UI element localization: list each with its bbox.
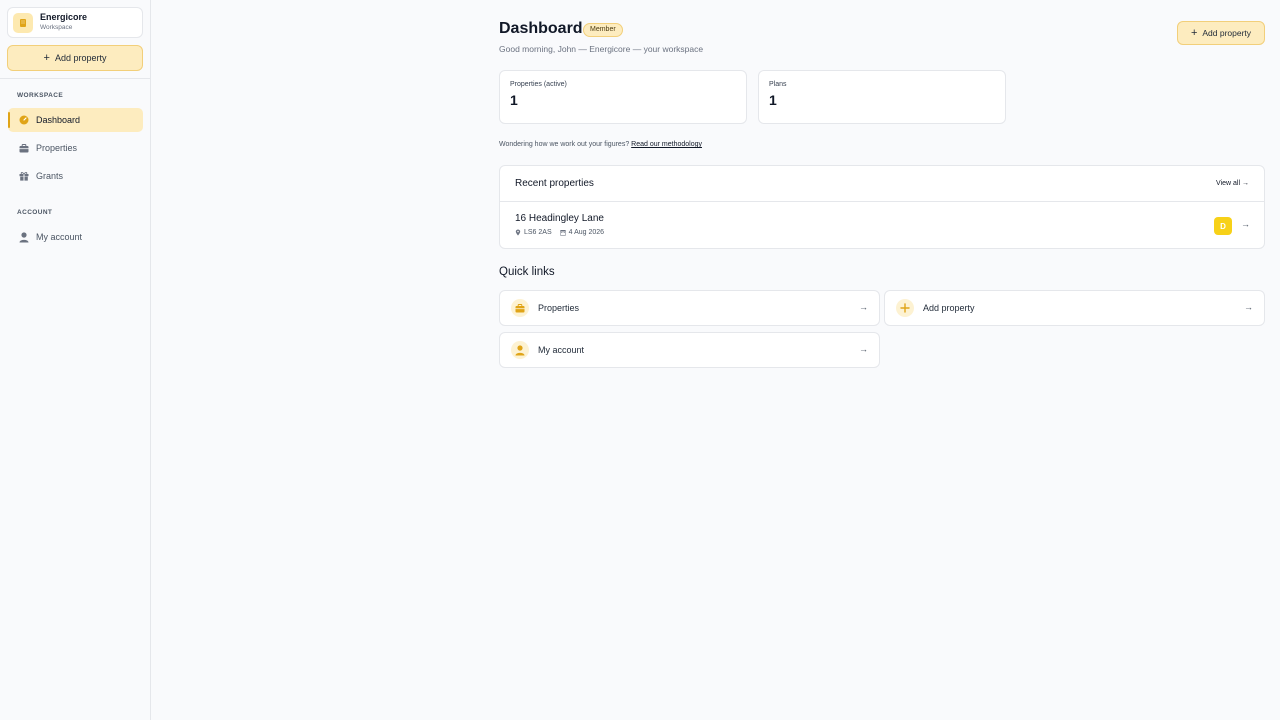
recent-properties-header: Recent properties View all →	[500, 166, 1264, 202]
sidebar-item-properties[interactable]: Properties	[8, 136, 143, 160]
property-date: 4 Aug 2026	[568, 229, 605, 236]
property-row[interactable]: 16 Headingley Lane LS6 2AS 4 Aug 2026 D …	[500, 202, 1264, 249]
page-title: Dashboard	[499, 20, 583, 37]
epc-rating-badge: D	[1214, 217, 1232, 235]
plus-icon: +	[43, 52, 50, 64]
recent-properties-title: Recent properties	[515, 178, 594, 189]
plus-icon: +	[1190, 27, 1198, 39]
greeting-text: Good morning, John — Energicore — your w…	[499, 44, 704, 54]
quick-link-label: Properties	[538, 303, 580, 313]
quick-link-my-account[interactable]: My account →	[499, 332, 880, 368]
stat-card-properties: Properties (active) 1	[499, 70, 747, 124]
briefcase-icon	[511, 299, 529, 317]
plus-icon	[896, 299, 914, 317]
arrow-right-icon: →	[859, 344, 868, 354]
gift-icon	[18, 171, 29, 182]
sidebar-item-my-account[interactable]: My account	[8, 225, 143, 249]
methodology-text: Wondering how we work out your figures?	[499, 141, 630, 148]
workspace-name: Energicore	[40, 12, 88, 23]
sidebar-add-property-label: Add property	[54, 53, 107, 63]
quick-link-label: Add property	[923, 303, 975, 313]
recent-properties-card: Recent properties View all → 16 Headingl…	[499, 165, 1265, 249]
dashboard-icon	[18, 115, 29, 126]
workspace-logo-icon	[13, 12, 33, 33]
sidebar: Energicore Workspace + Add property WORK…	[0, 0, 151, 720]
sidebar-item-label: Properties	[36, 143, 78, 153]
stat-value: 1	[769, 92, 777, 108]
sidebar-item-grants[interactable]: Grants	[8, 164, 143, 188]
quick-links-title: Quick links	[499, 266, 555, 278]
quick-link-label: My account	[538, 345, 585, 355]
sidebar-section-account: ACCOUNT	[17, 209, 53, 216]
stat-label: Plans	[769, 81, 787, 88]
sidebar-item-label: My account	[36, 232, 83, 242]
view-all-link[interactable]: View all →	[1216, 180, 1249, 187]
workspace-switcher[interactable]: Energicore Workspace	[7, 7, 143, 38]
briefcase-icon	[18, 143, 29, 154]
sidebar-divider	[0, 78, 150, 79]
member-badge: Member	[583, 23, 623, 37]
sidebar-add-property-button[interactable]: + Add property	[7, 45, 143, 71]
property-postcode: LS6 2AS	[524, 229, 552, 236]
sidebar-item-dashboard[interactable]: Dashboard	[8, 108, 143, 132]
quick-link-add-property[interactable]: Add property →	[884, 290, 1265, 326]
user-icon	[18, 231, 29, 243]
methodology-note: Wondering how we work out your figures? …	[499, 141, 702, 148]
arrow-right-icon: →	[859, 302, 868, 312]
property-meta: LS6 2AS 4 Aug 2026	[515, 229, 1249, 236]
sidebar-section-workspace: WORKSPACE	[17, 92, 64, 99]
calendar-icon	[559, 229, 566, 236]
stat-value: 1	[510, 92, 518, 108]
arrow-right-icon: →	[1244, 302, 1253, 312]
property-name: 16 Headingley Lane	[515, 213, 604, 224]
stat-label: Properties (active)	[510, 81, 567, 88]
sidebar-item-label: Grants	[36, 171, 64, 181]
user-icon	[511, 341, 529, 359]
arrow-right-icon: →	[1241, 219, 1250, 229]
workspace-subtitle: Workspace	[40, 24, 73, 32]
stat-card-plans: Plans 1	[758, 70, 1006, 124]
add-property-button[interactable]: + Add property	[1177, 21, 1265, 45]
add-property-label: Add property	[1202, 28, 1252, 38]
methodology-link[interactable]: Read our methodology	[631, 141, 702, 148]
location-pin-icon	[515, 229, 521, 236]
quick-link-properties[interactable]: Properties →	[499, 290, 880, 326]
sidebar-item-label: Dashboard	[36, 115, 81, 125]
